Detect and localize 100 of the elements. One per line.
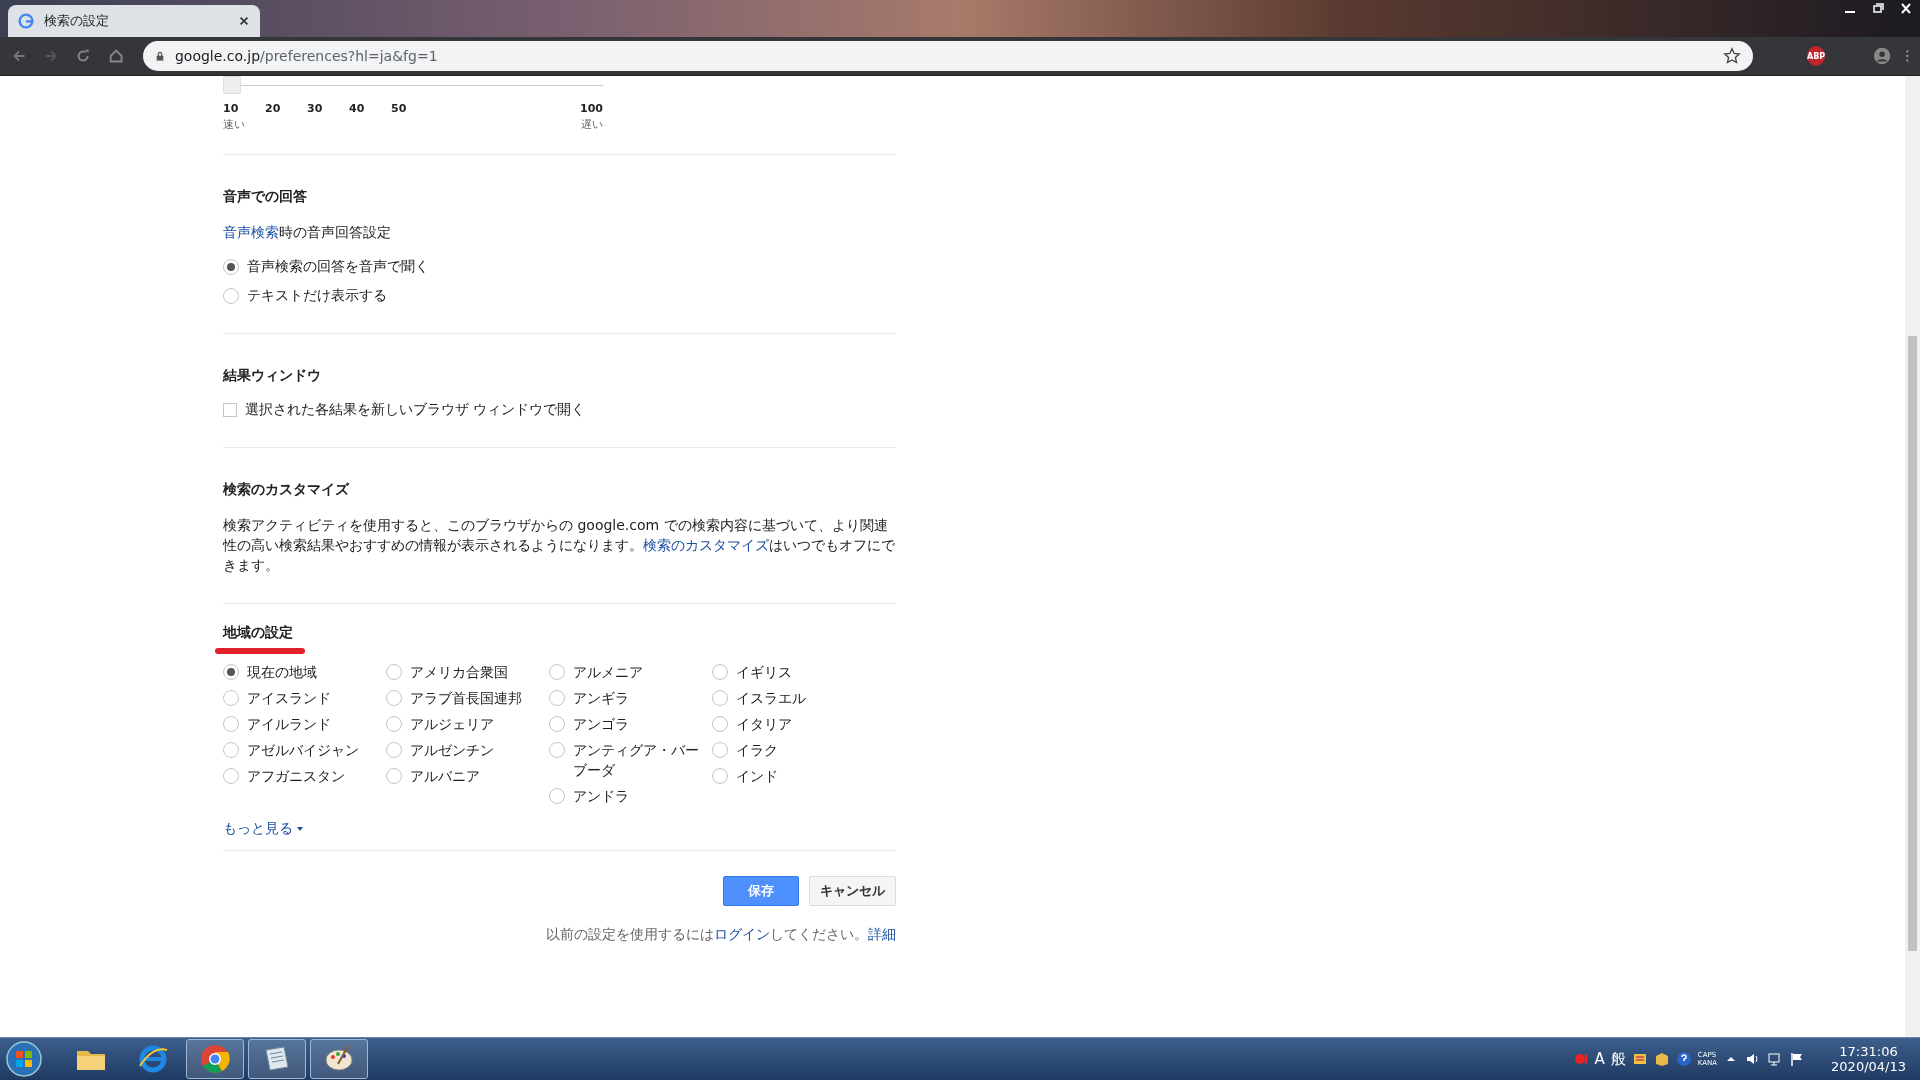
radio-option[interactable]: アルメニア — [549, 662, 712, 682]
radio-button[interactable] — [712, 768, 728, 784]
radio-option[interactable]: アゼルバイジャン — [223, 740, 386, 760]
google-logo-icon — [18, 13, 34, 29]
checkbox[interactable] — [223, 403, 237, 417]
checkbox-option[interactable]: 選択された各結果を新しいブラウザ ウィンドウで開く — [223, 401, 896, 419]
text-link[interactable]: 音声検索 — [223, 224, 279, 240]
radio-option[interactable]: アンギラ — [549, 688, 712, 708]
option-label: アンギラ — [573, 689, 629, 708]
browser-tab[interactable]: 検索の設定 — [8, 5, 260, 37]
ime-indicator[interactable]: 般 — [1610, 1049, 1626, 1069]
tick-label: 100 — [580, 102, 603, 115]
radio-button[interactable] — [386, 742, 402, 758]
menu-icon[interactable] — [1905, 48, 1910, 64]
tick-label: 10 — [223, 102, 240, 115]
option-label: アゼルバイジャン — [247, 741, 359, 760]
option-label: アンドラ — [573, 787, 629, 806]
option-label: アイルランド — [247, 715, 331, 734]
radio-button[interactable] — [386, 664, 402, 680]
radio-button[interactable] — [223, 742, 239, 758]
option-label: インド — [736, 767, 778, 786]
radio-button[interactable] — [549, 664, 565, 680]
help-icon[interactable] — [1675, 1051, 1692, 1067]
radio-option[interactable]: アンドラ — [549, 786, 712, 806]
radio-option[interactable]: イラク — [712, 740, 875, 760]
option-label: 選択された各結果を新しいブラウザ ウィンドウで開く — [245, 401, 586, 419]
radio-button[interactable] — [223, 259, 239, 275]
extension-badge[interactable]: ABP — [1806, 46, 1826, 66]
section-heading: 検索のカスタマイズ — [223, 481, 351, 499]
radio-button[interactable] — [223, 768, 239, 784]
close-icon[interactable] — [238, 15, 250, 27]
radio-button[interactable] — [223, 690, 239, 706]
radio-button[interactable] — [712, 742, 728, 758]
radio-option[interactable]: アイスランド — [223, 688, 386, 708]
tick-label: 30 — [307, 102, 324, 115]
taskbar-button[interactable] — [186, 1039, 244, 1079]
radio-option[interactable]: イタリア — [712, 714, 875, 734]
radio-option[interactable]: アンゴラ — [549, 714, 712, 734]
url-text: google.co.jp/preferences?hl=ja&fg=1 — [174, 48, 439, 64]
radio-button[interactable] — [549, 788, 565, 804]
radio-button[interactable] — [223, 664, 239, 680]
tab-title: 検索の設定 — [44, 12, 110, 30]
taskbar-button[interactable] — [248, 1039, 306, 1079]
text-link[interactable]: 詳細 — [868, 926, 896, 942]
option-label: アンティグア・バーブーダ — [573, 741, 700, 780]
radio-button[interactable] — [549, 716, 565, 732]
description-paragraph: 検索アクティビティを使用すると、このブラウザからの google.com での検索内容に基づいて、より関連性の高い検索結果やおすすめの情報が表示されるようになります。検索のカスタマイズはいつでもオフにできます。 — [223, 516, 896, 575]
radio-button[interactable] — [549, 742, 565, 758]
alert-icon[interactable] — [1572, 1051, 1589, 1067]
text-link[interactable]: ログイン — [714, 926, 770, 942]
taskbar-button[interactable] — [310, 1039, 368, 1079]
radio-button[interactable] — [712, 690, 728, 706]
radio-option[interactable]: アラブ首長国連邦 — [386, 688, 549, 708]
radio-option[interactable]: アメリカ合衆国 — [386, 662, 549, 682]
option-label: アルメニア — [573, 663, 643, 682]
option-label: イスラエル — [736, 689, 806, 708]
option-label: アラブ首長国連邦 — [410, 689, 522, 708]
radio-button[interactable] — [223, 288, 239, 304]
radio-option[interactable]: イスラエル — [712, 688, 875, 708]
clock[interactable]: 17:31:06 2020/04/13 — [1831, 1044, 1906, 1074]
slider-thumb[interactable] — [223, 76, 241, 94]
scrollbar[interactable] — [1905, 76, 1920, 1037]
address-bar[interactable]: google.co.jp/preferences?hl=ja&fg=1 — [142, 41, 1753, 71]
more-link[interactable]: もっと見る — [223, 820, 303, 838]
cancel-button[interactable]: キャンセル — [809, 876, 896, 906]
slider-track[interactable] — [223, 76, 603, 94]
caret-icon — [297, 827, 303, 831]
profile-icon[interactable] — [1873, 46, 1892, 66]
radio-button[interactable] — [223, 716, 239, 732]
radio-button[interactable] — [386, 768, 402, 784]
clock-date: 2020/04/13 — [1831, 1059, 1906, 1074]
text-link[interactable]: 検索のカスタマイズ — [643, 537, 769, 553]
radio-option[interactable]: アフガニスタン — [223, 766, 386, 786]
radio-option[interactable]: 音声検索の回答を音声で聞く — [223, 258, 896, 276]
radio-option[interactable]: アルバニア — [386, 766, 549, 786]
star-icon[interactable] — [1722, 47, 1741, 65]
scrollbar-thumb[interactable] — [1908, 336, 1917, 951]
radio-option[interactable]: アルジェリア — [386, 714, 549, 734]
radio-option[interactable]: アイルランド — [223, 714, 386, 734]
option-label: アルジェリア — [410, 715, 494, 734]
option-label: 現在の地域 — [247, 663, 317, 682]
radio-button[interactable] — [549, 690, 565, 706]
option-label: アンゴラ — [573, 715, 629, 734]
option-label: テキストだけ表示する — [247, 287, 387, 305]
radio-button[interactable] — [386, 690, 402, 706]
section-heading: 地域の設定 — [223, 624, 293, 642]
radio-button[interactable] — [712, 664, 728, 680]
radio-option[interactable]: アンティグア・バーブーダ — [549, 740, 712, 780]
ime-indicator[interactable]: A — [1594, 1050, 1605, 1068]
radio-option[interactable]: インド — [712, 766, 875, 786]
footer-text: 以前の設定を使用するには ログイン してください。詳細 — [545, 926, 896, 944]
radio-option[interactable]: アルゼンチン — [386, 740, 549, 760]
clock-time: 17:31:06 — [1839, 1044, 1898, 1059]
radio-option[interactable]: テキストだけ表示する — [223, 287, 896, 305]
radio-button[interactable] — [712, 716, 728, 732]
radio-button[interactable] — [386, 716, 402, 732]
radio-option[interactable]: イギリス — [712, 662, 875, 682]
option-label: アフガニスタン — [247, 767, 345, 786]
start-orb-icon[interactable] — [4, 1039, 44, 1079]
radio-option[interactable]: 現在の地域 — [223, 662, 386, 682]
